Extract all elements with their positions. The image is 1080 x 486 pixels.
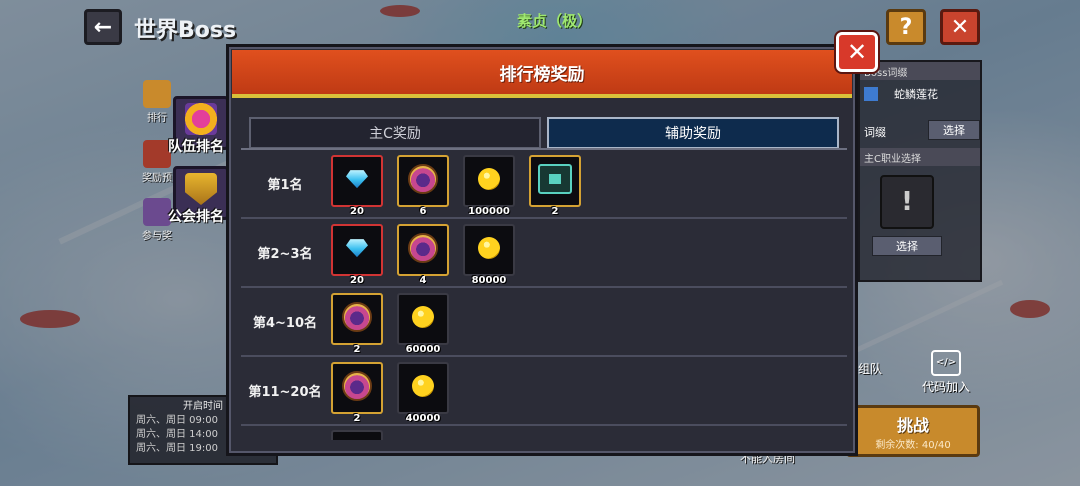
boss-settings-panel: Boss词缀 蛇鳞莲花 词缀 选择 主C职业选择 ! 选择 (858, 60, 982, 282)
close-screen-button[interactable]: ✕ (940, 9, 980, 45)
team-rank-label: 队伍排名 (168, 139, 224, 155)
reward-item[interactable]: 2 (529, 155, 581, 217)
back-button[interactable]: ← (84, 9, 122, 45)
reward-row: 第4~10名 2 60000 (241, 288, 847, 357)
tab-support-reward[interactable]: 辅助奖励 (547, 117, 839, 149)
reward-list[interactable]: 第1名 20 6 100000 2 第2~3名 20 4 80000 第4~10名 2 60000 第1… (241, 150, 847, 443)
reward-quantity: 100000 (468, 206, 510, 217)
gift-icon (143, 198, 171, 226)
reward-quantity: 2 (353, 344, 361, 355)
screen-title: 世界Boss (134, 18, 237, 43)
reward-items: 20 4 80000 (331, 224, 515, 286)
entry-label: 词缀 (864, 126, 886, 139)
affix-icon (864, 87, 878, 101)
reward-preview-label: 奖励预 (142, 173, 172, 184)
reward-item[interactable]: 2 (331, 293, 383, 355)
chest-icon (342, 302, 372, 333)
boss-name: 素贞（极） (517, 12, 593, 30)
reward-quantity: 80000 (471, 275, 507, 286)
gold-coin-icon (478, 237, 500, 260)
reward-tabs: 主C奖励 辅助奖励 (249, 117, 839, 149)
dialog-close-button[interactable]: ✕ (836, 32, 878, 72)
code-join-button[interactable]: </> 代码加入 (916, 350, 976, 395)
remaining-attempts: 剩余次数: 40/40 (875, 440, 951, 451)
rank-label: 第2~3名 (257, 247, 313, 262)
dialog-header: 排行榜奖励 (232, 50, 852, 98)
reward-item[interactable]: 20 (331, 155, 383, 217)
class-slot[interactable]: ! (880, 175, 934, 229)
diamond-icon (346, 239, 368, 258)
code-join-label: 代码加入 (921, 380, 970, 394)
reward-quantity: 6 (419, 206, 427, 217)
challenge-button[interactable]: 挑战 剩余次数: 40/40 (846, 405, 980, 457)
leaderboard-shortcut[interactable]: 排行 (139, 80, 175, 124)
chest-icon (342, 371, 372, 402)
reward-quantity: 20 (350, 275, 364, 286)
chest-icon (408, 233, 438, 264)
help-button[interactable]: ? (886, 9, 926, 45)
boss-entry-header: Boss词缀 (860, 62, 980, 80)
reward-quantity: 2 (353, 413, 361, 424)
reward-quantity: 20 (350, 206, 364, 217)
reward-item[interactable]: 6 (397, 155, 449, 217)
participation-reward-label: 参与奖 (142, 231, 172, 242)
dialog-title: 排行榜奖励 (499, 64, 585, 85)
reward-item[interactable]: 20 (331, 224, 383, 286)
close-icon: ✕ (846, 38, 868, 66)
chest-icon (408, 164, 438, 195)
reward-items: 2 40000 (331, 362, 449, 424)
boss-entry-name: 蛇鳞莲花 (894, 88, 938, 101)
trophy-icon (143, 80, 171, 108)
leaderboard-shortcut-label: 排行 (147, 113, 167, 124)
leaderboard-reward-dialog: 排行榜奖励 主C奖励 辅助奖励 第1名 20 6 100000 2 第2~3名 20 4 800… (226, 44, 858, 456)
reward-row: 第11~20名 2 40000 (241, 357, 847, 426)
reward-item[interactable]: 100000 (463, 155, 515, 217)
gold-coin-icon (478, 168, 500, 191)
chest-icon (143, 140, 171, 168)
gold-coin-icon (412, 306, 434, 329)
reward-items: 2 60000 (331, 293, 449, 355)
diamond-icon (346, 170, 368, 189)
reward-item[interactable]: 4 (397, 224, 449, 286)
reward-quantity: 40000 (405, 413, 441, 424)
reward-item[interactable]: 80000 (463, 224, 515, 286)
team-medal-icon (185, 103, 217, 135)
reward-quantity: 60000 (405, 344, 441, 355)
reward-quantity: 4 (419, 275, 427, 286)
boss-entry-row: 蛇鳞莲花 (860, 80, 980, 108)
reward-row: 第1名 20 6 100000 2 (241, 150, 847, 219)
next-reward-slot (331, 430, 383, 440)
reward-item[interactable]: 40000 (397, 362, 449, 424)
class-select-header: 主C职业选择 (860, 148, 980, 166)
team-up-button[interactable]: 组队 (858, 360, 882, 377)
code-icon: </> (931, 350, 961, 376)
tab-main-c-reward[interactable]: 主C奖励 (249, 117, 541, 149)
reward-row: 第2~3名 20 4 80000 (241, 219, 847, 288)
reward-item[interactable]: 60000 (397, 293, 449, 355)
reward-quantity: 2 (551, 206, 559, 217)
guild-rank-label: 公会排名 (168, 209, 224, 225)
reward-items: 20 6 100000 2 (331, 155, 581, 217)
exclamation-icon: ! (901, 187, 913, 217)
rank-label: 第1名 (267, 178, 303, 193)
affix-select-button[interactable]: 选择 (928, 120, 980, 140)
back-arrow-icon: ← (93, 14, 113, 40)
class-select-button[interactable]: 选择 (872, 236, 942, 256)
rank-label: 第4~10名 (252, 316, 318, 331)
reward-item[interactable]: 2 (331, 362, 383, 424)
gold-coin-icon (412, 375, 434, 398)
guild-shield-icon (185, 173, 217, 205)
challenge-label: 挑战 (896, 416, 929, 435)
armor-icon (538, 164, 572, 195)
rank-label: 第11~20名 (248, 385, 322, 400)
